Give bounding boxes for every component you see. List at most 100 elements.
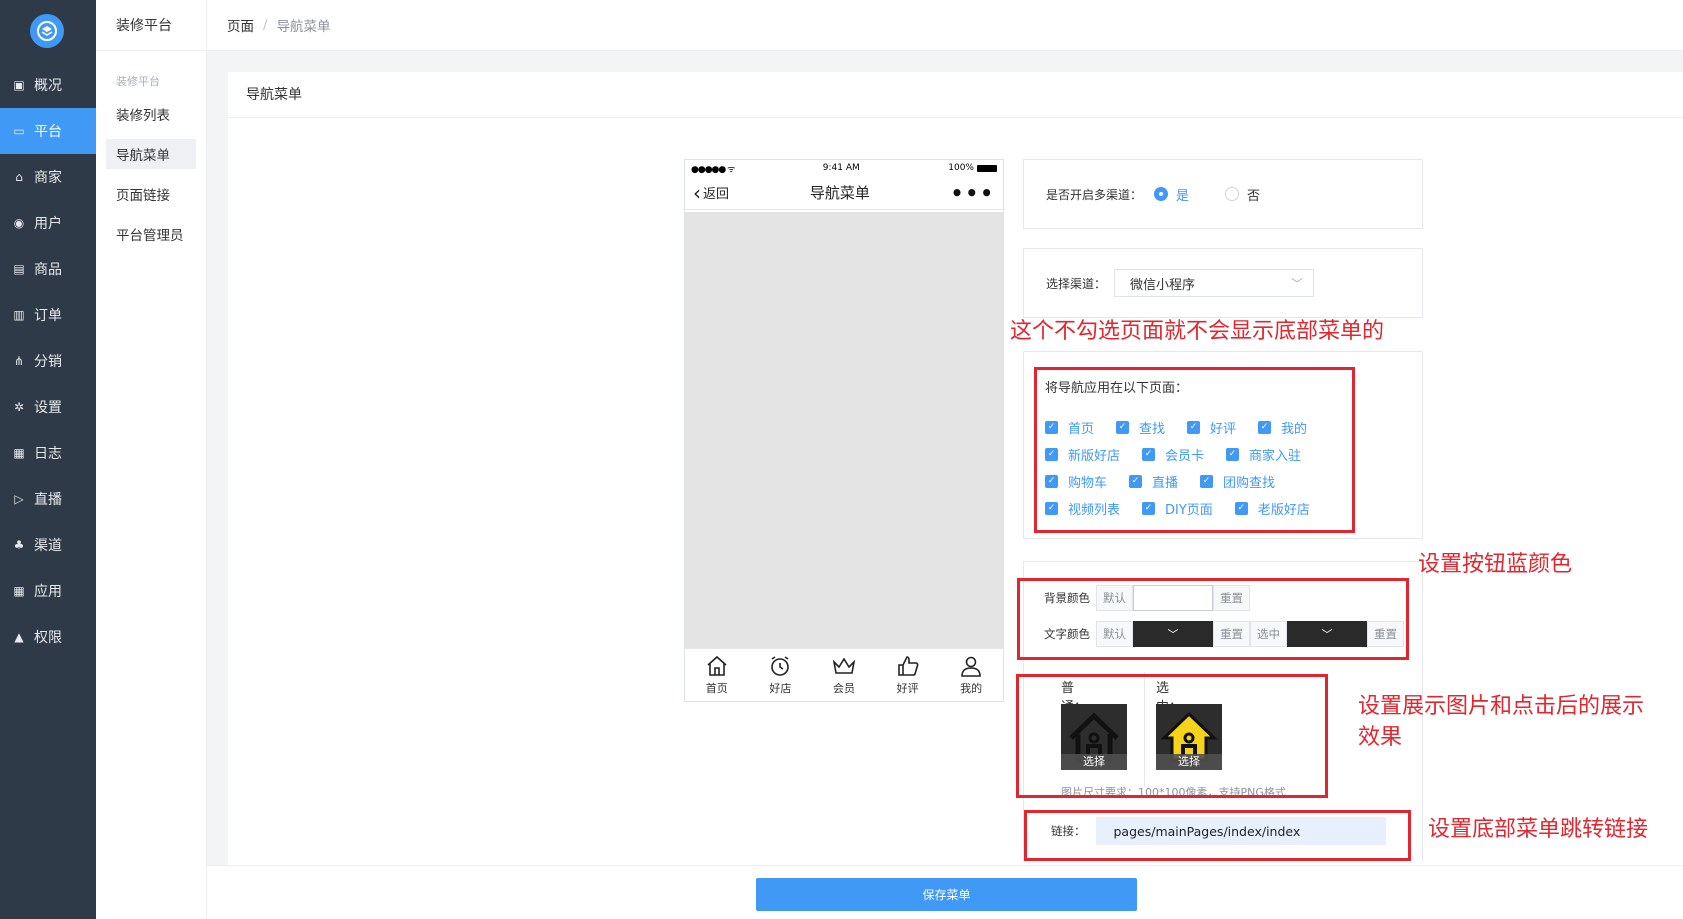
battery-icon: [976, 164, 997, 172]
sidebar-item[interactable]: ⌂ 商家: [0, 154, 96, 200]
annotation-box-images: [1016, 674, 1328, 798]
sidebar-item[interactable]: ⋔ 分销: [0, 338, 96, 384]
subnav-header: 装修平台: [96, 0, 206, 51]
sidebar-item-label: 用户: [34, 216, 62, 232]
sidebar-item-label: 概况: [34, 78, 62, 94]
tab-shop[interactable]: 好店: [755, 654, 805, 696]
thumbs-up-icon: [897, 656, 918, 676]
subnav-item[interactable]: 页面链接: [106, 179, 196, 209]
annotation-box-link: [1024, 810, 1411, 861]
sidebar-item-label: 订单: [34, 308, 62, 324]
battery-text: 100%: [948, 163, 974, 173]
phone-tab-bar: 首页 好店 会员 好评 我的: [685, 648, 1003, 701]
phone-title-bar: ‹ 返回 导航菜单 •••: [685, 176, 1003, 210]
signal-icon: ●●●●● ᯤ: [691, 164, 735, 175]
radio-no[interactable]: 否: [1225, 185, 1260, 204]
back-button[interactable]: ‹ 返回: [693, 183, 729, 203]
annotation-text-colors: 设置按钮蓝颜色: [1418, 552, 1573, 577]
channel-select[interactable]: 微信小程序 ﹀: [1114, 269, 1315, 297]
sidebar-item[interactable]: ✲ 设置: [0, 384, 96, 430]
tab-review[interactable]: 好评: [883, 654, 933, 696]
apps-icon: ▦: [13, 584, 25, 598]
battery-indicator: 100%: [948, 163, 997, 173]
save-menu-button[interactable]: 保存菜单: [756, 878, 1137, 911]
radio-dot: [1225, 187, 1240, 201]
annotation-box-pages: [1034, 367, 1355, 533]
breadcrumb-separator: /: [263, 17, 268, 33]
radio-yes[interactable]: 是: [1154, 185, 1189, 204]
annotation-box-colors: [1017, 578, 1409, 660]
chevron-left-icon: ‹: [693, 180, 701, 205]
radio-no-label: 否: [1247, 188, 1261, 204]
log-icon: ▦: [13, 446, 25, 460]
more-icon[interactable]: •••: [951, 183, 995, 203]
radio-yes-label: 是: [1176, 188, 1190, 204]
channel-panel: 选择渠道： 微信小程序 ﹀: [1023, 248, 1423, 318]
sidebar-item-label: 日志: [34, 446, 62, 462]
tab-home[interactable]: 首页: [692, 654, 742, 696]
alarm-clock-icon: [771, 656, 790, 676]
goods-icon: ▤: [13, 262, 25, 276]
crown-icon: [832, 657, 856, 674]
tab-mine[interactable]: 我的: [946, 654, 996, 696]
status-time: 9:41 AM: [822, 163, 860, 173]
tab-member[interactable]: 会员: [819, 654, 869, 696]
sidebar-item[interactable]: ▭ 平台: [0, 108, 96, 154]
breadcrumb-root[interactable]: 页面: [227, 15, 254, 35]
sidebar-item-label: 商家: [34, 170, 62, 186]
sidebar-item-label: 分销: [34, 354, 62, 370]
subnav-group-label: 装修平台: [116, 75, 160, 88]
annotation-text-link: 设置底部菜单跳转链接: [1428, 817, 1649, 842]
multi-channel-label: 是否开启多渠道：: [1046, 187, 1143, 202]
annotation-text-images-line2: 效果: [1358, 724, 1403, 750]
live-icon: ▷: [14, 492, 24, 506]
lock-icon: ▲: [14, 630, 24, 644]
sidebar-item[interactable]: ▤ 商品: [0, 246, 96, 292]
breadcrumb-current: 导航菜单: [276, 19, 331, 35]
sidebar-item[interactable]: ▦ 应用: [0, 568, 96, 614]
annotation-text-images: 设置展示图片和点击后的展示 效果: [1358, 692, 1644, 754]
annotation-text-pages: 这个不勾选页面就不会显示底部菜单的: [1010, 319, 1385, 344]
main-sidebar: ▣ 概况 ▭ 平台 ⌂ 商家 ◉ 用户 ▤ 商品 ▥ 订单 ⋔ 分销 ✲ 设置 ▦ 日志 ▷ 直播 ♣ 渠道 ▦ 应用 ▲ 权限: [0, 0, 96, 919]
radio-dot: [1154, 187, 1169, 201]
sidebar-item-label: 平台: [34, 124, 62, 140]
back-label: 返回: [703, 187, 730, 202]
distribution-icon: ⋔: [13, 354, 25, 368]
channel-select-value: 微信小程序: [1130, 277, 1196, 293]
annotation-text-images-line1: 设置展示图片和点击后的展示: [1358, 694, 1645, 719]
person-icon: [961, 656, 981, 677]
sidebar-item[interactable]: ♣ 渠道: [0, 522, 96, 568]
page-title: 导航菜单: [228, 72, 1683, 118]
subnav-item[interactable]: 平台管理员: [106, 219, 196, 249]
monitor-icon: ▭: [13, 124, 25, 138]
sidebar-item[interactable]: ◉ 用户: [0, 200, 96, 246]
order-icon: ▥: [13, 308, 25, 322]
tab-label: 会员: [832, 682, 855, 695]
multi-channel-panel: 是否开启多渠道： 是 否: [1023, 159, 1423, 229]
sidebar-item[interactable]: ▷ 直播: [0, 476, 96, 522]
channel-label: 选择渠道：: [1046, 276, 1107, 291]
app-logo[interactable]: [30, 14, 64, 48]
sidebar-item[interactable]: ▲ 权限: [0, 614, 96, 660]
subnav-item[interactable]: 装修列表: [106, 99, 196, 129]
breadcrumb: 页面 / 导航菜单: [207, 0, 1683, 51]
sidebar-item-label: 直播: [34, 492, 62, 508]
sidebar-item[interactable]: ▣ 概况: [0, 62, 96, 108]
sidebar-item[interactable]: ▥ 订单: [0, 292, 96, 338]
sidebar-item-label: 渠道: [34, 538, 62, 554]
sidebar-item-label: 商品: [34, 262, 62, 278]
tab-label: 好评: [896, 682, 919, 695]
subnav-item[interactable]: 导航菜单: [106, 139, 196, 169]
phone-content-area: [685, 212, 1003, 648]
sidebar-item-label: 应用: [34, 584, 62, 600]
store-icon: ⌂: [15, 170, 23, 184]
sidebar-item[interactable]: ▦ 日志: [0, 430, 96, 476]
sub-sidebar: 装修平台 装修平台 装修列表导航菜单页面链接平台管理员: [96, 0, 207, 919]
tab-label: 好店: [769, 682, 792, 695]
logo-icon: [37, 21, 57, 41]
phone-status-bar: ●●●●● ᯤ 9:41 AM 100%: [685, 160, 1003, 176]
phone-preview: ●●●●● ᯤ 9:41 AM 100% ‹ 返回 导航菜单 ••• 首页 好店 …: [684, 159, 1004, 702]
phone-title: 导航菜单: [809, 184, 870, 202]
sidebar-item-label: 权限: [34, 630, 62, 646]
tab-label: 首页: [705, 682, 728, 695]
